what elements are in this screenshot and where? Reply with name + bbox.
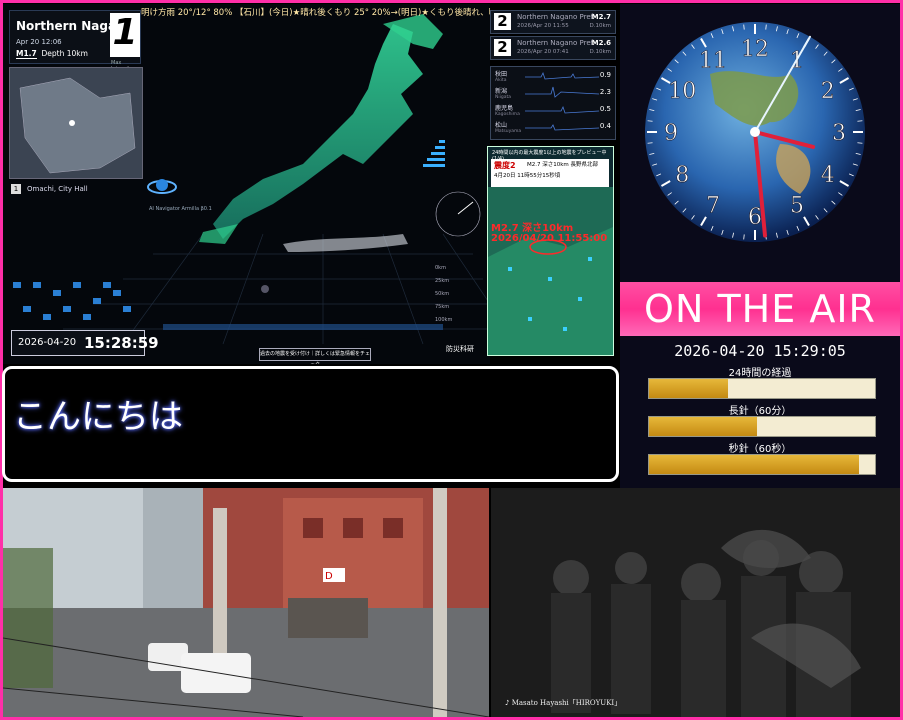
seismic-waveforms: 秋田 Akita 0.9 新潟 Niigata 2.3 鹿児島 Kagoshima 0… (490, 66, 616, 140)
ai-navigator-icon (147, 179, 177, 194)
max-intensity-badge: 1 (110, 13, 140, 57)
clock-number: 4 (821, 163, 835, 188)
magnitude-value: M1.7 (16, 49, 37, 59)
quake-preview-panel[interactable]: 24時間以内の最大震度1以上の地震をプレビュー中(1/4) 震度2 M2.7 深… (487, 146, 614, 356)
progress-second-fill (649, 455, 860, 474)
depth-scale: 0km 25km 50km 75km 100km (435, 262, 452, 327)
waveform-lines (525, 71, 600, 131)
point-name: Omachi, City Hall (27, 185, 88, 193)
intensity-history-grid (13, 282, 131, 320)
event-intensity: 2 (494, 13, 511, 30)
now-playing: ♪ Masato Hayashi「HIROYUKI」 (505, 699, 622, 707)
bar-label-day: 24時間の経過 (728, 368, 792, 379)
scale-100: 100km (435, 317, 453, 323)
preview-datetime: 2026/04/20 11:55:00 (491, 233, 608, 244)
event-item-2[interactable]: 2 Northern Nagano Pref. 2026/Apr 20 07:4… (490, 36, 616, 60)
current-datetime: 2026-04-20 15:28:59 (11, 330, 159, 356)
event-mag: M2.7 (591, 13, 611, 21)
clock-panel: 121234567891011 ON THE AIR 2026-04-20 15… (620, 4, 900, 488)
greeting-box: こんにちは (2, 366, 619, 482)
ai-navigator-label: AI Navigator Armilla β0.1 (149, 206, 212, 212)
clock-number: 10 (668, 79, 696, 104)
bar-label-minute: 長針（60分） (728, 406, 792, 417)
clock-tick (743, 24, 745, 30)
on-air-banner: ON THE AIR (620, 282, 900, 336)
observation-point: 1 Omachi, City Hall (11, 184, 88, 194)
event-time: 2026/Apr 20 07:41 (517, 49, 569, 55)
japan-honshu (213, 24, 423, 239)
analog-clock: 121234567891011 (645, 22, 865, 242)
focus-marker (261, 285, 269, 293)
preview-detail: M2.7 深さ10km 長野県北部 (527, 162, 599, 168)
event-region: Northern Nagano Pref. (517, 39, 595, 47)
event-region: Northern Nagano Pref. (517, 13, 595, 21)
scale-25: 25km (435, 278, 450, 284)
clock-number: 11 (699, 48, 727, 73)
intensity-bars (423, 140, 445, 167)
current-date: 2026-04-20 (18, 337, 77, 348)
street-scene: D (3, 488, 489, 717)
event-depth: D.10km (589, 23, 611, 29)
point-number: 1 (11, 184, 21, 194)
event-intensity: 2 (494, 39, 511, 56)
event-time: 2026/Apr 20 11:55 (517, 23, 569, 29)
clock-number: 9 (664, 121, 678, 146)
progress-day (648, 378, 876, 399)
weather-ticker: 明け方雨 20°/12° 80% 【石川】(今日)★晴れ後くもり 25° 20%… (141, 8, 490, 18)
clock-number: 6 (748, 205, 762, 230)
regional-minimap (9, 67, 143, 179)
earthquake-monitor: 明け方雨 20°/12° 80% 【石川】(今日)★晴れ後くもり 25° 20%… (3, 4, 490, 364)
street-camera: D (3, 488, 489, 717)
music-video: ♪ Masato Hayashi「HIROYUKI」 (491, 488, 900, 717)
clock-number: 3 (832, 121, 846, 146)
timeline-bar (163, 324, 443, 330)
seafloor-relief (283, 234, 408, 252)
preview-shindo: 震度2 (494, 161, 516, 170)
clock-tick (743, 234, 745, 240)
greeting-text: こんにちは (13, 397, 183, 437)
progress-day-fill (649, 379, 729, 398)
clock-tick (857, 120, 863, 122)
clock-tick (647, 120, 653, 122)
clock-number: 8 (675, 163, 689, 188)
preview-when: 4月20日 11時55分15秒頃 (494, 173, 561, 179)
current-time: 15:28:59 (84, 334, 159, 352)
clock-tick (857, 142, 863, 144)
bosai-logo: 防災科研 (446, 345, 474, 353)
scale-50: 50km (435, 291, 450, 297)
latest-quake-info: Northern Naga Apr 20 12:06 M1.7 Depth 10… (9, 10, 141, 72)
clock-number: 2 (821, 79, 835, 104)
preview-magnitude: M2.7 深さ10km (491, 223, 574, 234)
svg-text:D: D (325, 571, 333, 582)
clock-number: 5 (790, 194, 804, 219)
progress-minute-fill (649, 417, 758, 436)
progress-minute (648, 416, 876, 437)
progress-second (648, 454, 876, 475)
clock-number: 12 (741, 37, 769, 62)
clock-tick (647, 142, 653, 144)
concert-scene (491, 488, 900, 717)
clock-datetime: 2026-04-20 15:29:05 (674, 342, 846, 360)
clock-center (750, 127, 760, 137)
quake-magnitude: M1.7 Depth 10km (16, 49, 88, 59)
region-name: Northern Naga (16, 19, 117, 33)
clock-number: 7 (706, 194, 720, 219)
clock-tick (765, 24, 767, 30)
event-depth: D.10km (589, 49, 611, 55)
scale-0: 0km (435, 265, 446, 271)
event-item-1[interactable]: 2 Northern Nagano Pref. 2026/Apr 20 11:5… (490, 10, 616, 34)
quake-time: Apr 20 12:06 (16, 38, 62, 46)
scale-75: 75km (435, 304, 450, 310)
depth-value: Depth 10km (41, 49, 88, 58)
check-info-button[interactable]: 過去の地震を受け付け｜詳しくは緊急情報をチェック (259, 348, 371, 364)
preview-summary: 震度2 M2.7 深さ10km 長野県北部 4月20日 11時55分15秒頃 (491, 159, 609, 187)
bar-label-second: 秒針（60秒） (728, 444, 792, 455)
event-mag: M2.6 (591, 39, 611, 47)
